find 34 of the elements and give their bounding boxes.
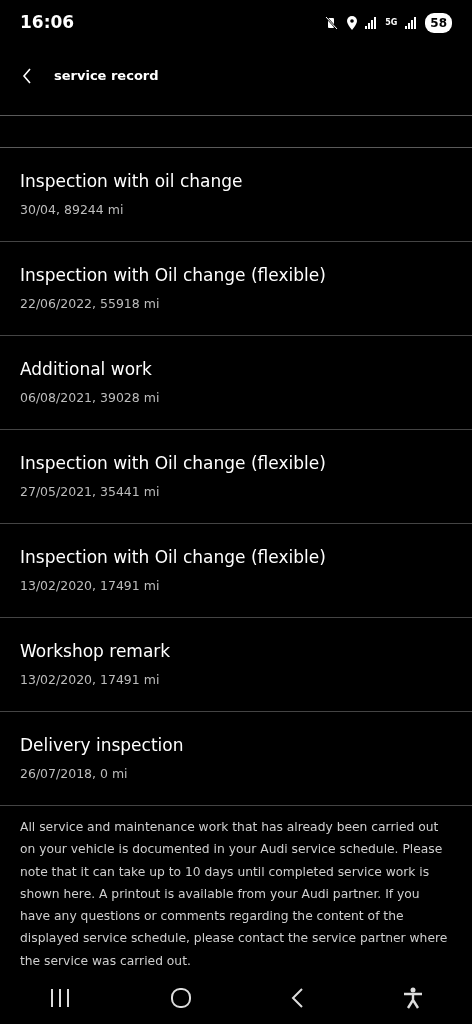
recent-apps-button[interactable] [49,988,72,1009]
record-detail: 13/02/2020, 17491 mi [20,576,161,595]
record-title: Additional work [20,358,153,382]
record-title: Workshop remark [20,640,172,664]
record-detail: 30/04, 89244 mi [20,200,125,219]
page-title: service record [54,67,159,86]
record-title: Inspection with Oil change (flexible) [20,452,327,476]
record-title: Inspection with oil change [20,170,244,194]
record-detail: 06/08/2021, 39028 mi [20,388,161,407]
service-record-item[interactable]: Inspection with Oil change (flexible) 22/06/2022, 55918 mi [0,242,472,336]
info-paragraph: All service and maintenance work that has already been carried out on your vehicle is documented in your Audi service schedule. Please note that it can take up to 10 days until completed service work is shown here. A printout is available from your Audi partner. If you have any questions or comments regarding the content of the displayed service schedule, please contact the service partner where the service was carried out. [19,819,449,970]
clock-time: 16:06 [20,10,75,34]
back-button[interactable] [290,987,305,1010]
battery-level: 58 [425,12,452,33]
record-title: Inspection with Oil change (flexible) [20,264,327,288]
record-detail: 13/02/2020, 17491 mi [20,670,161,689]
accessibility-button[interactable] [402,987,423,1010]
service-record-item[interactable]: Inspection with Oil change (flexible) 13/02/2020, 17491 mi [0,524,472,618]
record-title: Inspection with Oil change (flexible) [20,546,327,570]
network-label: 5G [385,18,398,27]
service-record-item[interactable]: Delivery inspection 26/07/2018, 0 mi [0,712,472,806]
service-record-item[interactable]: Additional work 06/08/2021, 39028 mi [0,336,472,430]
record-detail: 27/05/2021, 35441 mi [20,482,161,501]
service-record-item[interactable]: Inspection with oil change 30/04, 89244 mi [0,148,472,242]
signal-icon [405,16,418,29]
service-record-item[interactable]: Inspection with Oil change (flexible) 27/05/2021, 35441 mi [0,430,472,524]
signal-icon [365,16,378,29]
mute-icon [325,15,340,30]
record-detail: 22/06/2022, 55918 mi [20,294,161,313]
location-icon [347,15,358,30]
home-button[interactable] [169,987,192,1010]
record-title: Delivery inspection [20,734,185,758]
service-record-item[interactable]: Workshop remark 13/02/2020, 17491 mi [0,618,472,712]
record-detail: 26/07/2018, 0 mi [20,764,129,783]
